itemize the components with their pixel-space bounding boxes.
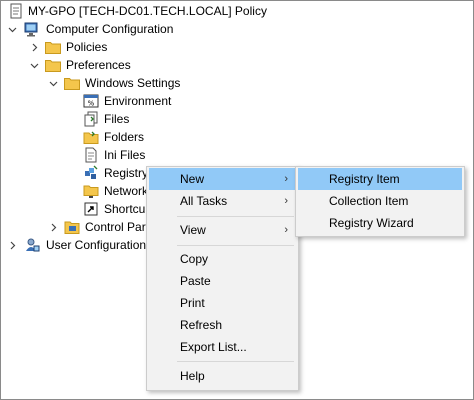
- submenu-arrow-icon: ›: [284, 195, 288, 207]
- expand-chevron-icon[interactable]: [47, 218, 59, 236]
- tree-node-files[interactable]: Files: [1, 110, 471, 128]
- tree-node-label: Shortcu: [104, 202, 146, 216]
- tree-node-label: Policies: [66, 40, 108, 54]
- collapse-chevron-icon[interactable]: [28, 56, 40, 74]
- menu-item-help[interactable]: Help: [149, 365, 296, 387]
- policy-scroll-icon: [10, 3, 22, 19]
- menu-item-label: Export List...: [180, 340, 247, 354]
- network-shares-icon: [83, 185, 99, 198]
- svg-text:%: %: [88, 100, 95, 108]
- tree-node-control-panel[interactable]: Control Par: [1, 218, 146, 236]
- menu-item-label: View: [180, 223, 206, 237]
- menu-item-label: Print: [180, 296, 205, 310]
- tree-node-network-shares[interactable]: Network: [1, 182, 146, 200]
- tree-node-preferences[interactable]: Preferences: [1, 56, 471, 74]
- registry-icon: [85, 165, 98, 179]
- tree-node-root[interactable]: MY-GPO [TECH-DC01.TECH.LOCAL] Policy: [1, 2, 471, 20]
- tree-node-label: Folders: [104, 130, 145, 144]
- submenu-item-collection-item[interactable]: Collection Item: [298, 190, 462, 212]
- tree-node-environment[interactable]: % Environment: [1, 92, 471, 110]
- menu-item-label: Help: [180, 369, 205, 383]
- menu-item-export-list[interactable]: Export List...: [149, 336, 296, 358]
- menu-item-label: Registry Wizard: [329, 216, 414, 230]
- tree-node-label: Preferences: [66, 58, 131, 72]
- tree-node-folders[interactable]: Folders: [1, 128, 471, 146]
- gpo-editor-tree-pane: MY-GPO [TECH-DC01.TECH.LOCAL] Policy Com…: [0, 0, 474, 400]
- tree-node-label: Computer Configuration: [46, 22, 174, 36]
- tree-node-policies[interactable]: Policies: [1, 38, 471, 56]
- menu-item-label: New: [180, 172, 205, 186]
- collapse-chevron-icon[interactable]: [6, 20, 18, 38]
- folders-icon: [83, 131, 99, 144]
- user-config-icon: [26, 238, 40, 252]
- control-panel-icon: [64, 221, 80, 234]
- menu-separator: [177, 216, 294, 217]
- folder-icon: [45, 42, 61, 54]
- menu-separator: [177, 361, 294, 362]
- menu-item-label: Registry Item: [329, 172, 400, 186]
- tree-node-label: Network: [104, 184, 146, 198]
- collapse-chevron-icon[interactable]: [47, 74, 59, 92]
- computer-icon: [24, 22, 38, 37]
- menu-item-view[interactable]: View ›: [149, 219, 296, 241]
- menu-item-label: All Tasks: [180, 194, 228, 208]
- menu-item-copy[interactable]: Copy: [149, 248, 296, 270]
- menu-item-refresh[interactable]: Refresh: [149, 314, 296, 336]
- shortcuts-icon: [84, 202, 98, 216]
- tree-node-computer-configuration[interactable]: Computer Configuration: [1, 20, 471, 38]
- tree-node-label: Environment: [104, 94, 172, 108]
- menu-item-print[interactable]: Print: [149, 292, 296, 314]
- menu-separator: [177, 245, 294, 246]
- submenu-item-registry-wizard[interactable]: Registry Wizard: [298, 212, 462, 234]
- tree-node-registry[interactable]: Registry: [1, 164, 149, 182]
- tree-node-shortcuts[interactable]: Shortcu: [1, 200, 146, 218]
- new-submenu: Registry Item Collection Item Registry W…: [295, 166, 465, 237]
- folder-icon: [64, 78, 80, 90]
- menu-item-label: Refresh: [180, 318, 223, 332]
- tree-node-label: Ini Files: [104, 148, 146, 162]
- tree-node-ini-files[interactable]: Ini Files: [1, 146, 471, 164]
- tree-node-label: Windows Settings: [85, 76, 181, 90]
- expand-chevron-icon[interactable]: [6, 236, 18, 254]
- menu-item-all-tasks[interactable]: All Tasks ›: [149, 190, 296, 212]
- folder-icon: [45, 60, 61, 72]
- tree-node-windows-settings[interactable]: Windows Settings: [1, 74, 471, 92]
- tree-node-label: MY-GPO [TECH-DC01.TECH.LOCAL] Policy: [28, 4, 267, 18]
- menu-item-paste[interactable]: Paste: [149, 270, 296, 292]
- files-icon: [84, 111, 98, 127]
- tree-node-label: Control Par: [85, 220, 146, 234]
- menu-item-label: Collection Item: [329, 194, 409, 208]
- submenu-arrow-icon: ›: [284, 173, 288, 185]
- submenu-arrow-icon: ›: [284, 224, 288, 236]
- environment-icon: %: [83, 94, 99, 108]
- context-menu: New › All Tasks › View › Copy Paste Prin…: [146, 166, 299, 391]
- submenu-item-registry-item[interactable]: Registry Item: [298, 168, 462, 190]
- tree-node-label: Files: [104, 112, 130, 126]
- menu-item-label: Copy: [180, 252, 209, 266]
- ini-files-icon: [85, 147, 97, 163]
- menu-item-label: Paste: [180, 274, 211, 288]
- tree-node-label: User Configuration: [46, 238, 146, 252]
- menu-item-new[interactable]: New ›: [149, 168, 296, 190]
- tree-node-user-configuration[interactable]: User Configuration: [1, 236, 146, 254]
- tree-node-label: Registry: [104, 166, 149, 180]
- expand-chevron-icon[interactable]: [28, 38, 40, 56]
